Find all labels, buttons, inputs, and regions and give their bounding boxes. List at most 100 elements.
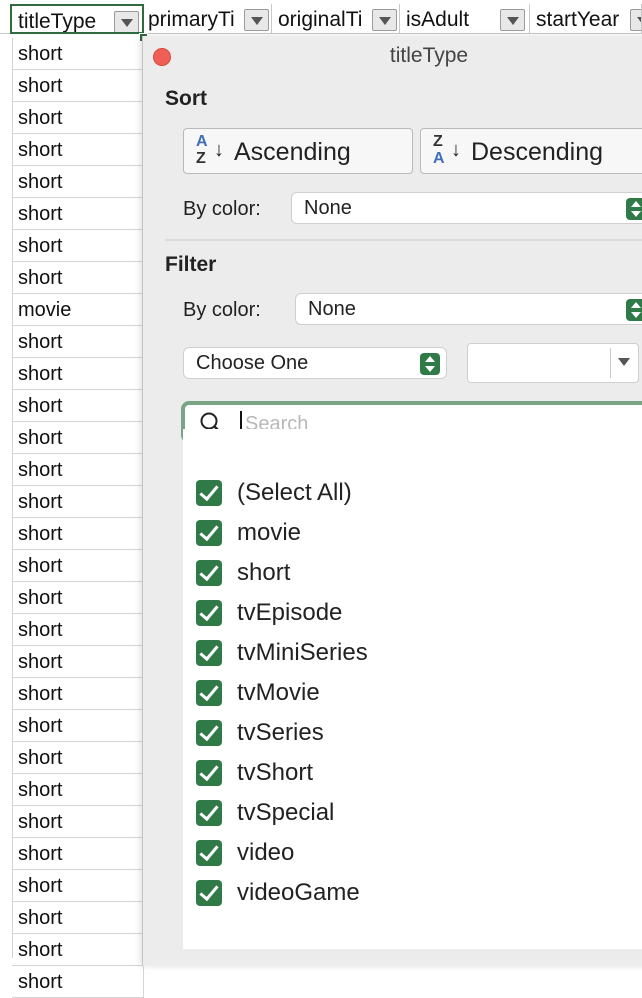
table-cell[interactable]: short [12,614,144,646]
filter-dropdown-button[interactable] [244,9,269,31]
list-item-label: tvShort [237,759,314,786]
table-cell[interactable]: short [12,230,144,262]
table-cell[interactable]: short [12,38,144,70]
column-header-primarytitle[interactable]: primaryTi [144,4,272,34]
list-item-label: tvMiniSeries [237,639,368,666]
cell-text: short [18,651,63,673]
checkbox[interactable] [196,880,222,906]
filter-dropdown-button[interactable] [630,9,641,31]
table-cell[interactable]: short [12,678,144,710]
checkbox[interactable] [196,840,222,866]
table-cell[interactable]: short [12,518,144,550]
cell-text: short [18,331,63,353]
cell-text: short [18,459,63,481]
table-cell[interactable]: short [12,326,144,358]
sort-descending-label: Descending [471,138,604,166]
column-header-label: titleType [18,10,97,33]
table-cell[interactable]: short [12,422,144,454]
filter-popover: titleType Sort A Z ↓ Ascending Z A ↓ Descend… [142,36,642,966]
column-header-label: primaryTi [148,8,235,31]
checkbox[interactable] [196,800,222,826]
table-cell[interactable]: short [12,358,144,390]
checkbox[interactable] [196,600,222,626]
cell-text: short [18,939,63,961]
select-value: None [308,298,356,320]
cell-text: short [18,555,63,577]
table-cell[interactable]: short [12,710,144,742]
list-item-label: tvSeries [237,719,324,746]
cell-text: short [18,619,63,641]
table-cell[interactable]: short [12,70,144,102]
select-stepper-icon [626,299,642,321]
table-cell[interactable]: short [12,806,144,838]
table-cell[interactable]: short [12,454,144,486]
cell-text: short [18,43,63,65]
filter-value-combobox[interactable] [467,343,639,383]
cell-text: movie [18,299,72,321]
filter-heading: Filter [165,253,217,276]
filter-dropdown-button[interactable] [114,11,139,32]
table-cell[interactable]: short [12,966,144,998]
list-item-label: movie [237,519,302,546]
table-cell[interactable]: short [12,390,144,422]
table-cell[interactable]: short [12,582,144,614]
table-cell[interactable]: movie [12,294,144,326]
chevron-down-icon[interactable] [618,358,630,366]
column-header-row: titleType primaryTi originalTi isAdult s… [0,0,642,42]
select-stepper-icon [626,198,642,220]
cell-text: short [18,363,63,385]
filter-condition-select[interactable]: Choose One [183,347,447,379]
checkbox[interactable] [196,760,222,786]
table-cell[interactable]: short [12,934,144,966]
table-cell[interactable]: short [12,262,144,294]
filter-by-color-label: By color: [183,299,261,321]
filter-dropdown-button[interactable] [500,9,525,31]
table-cell[interactable]: short [12,550,144,582]
cell-text: short [18,75,63,97]
cell-text: short [18,747,63,769]
table-cell[interactable]: short [12,486,144,518]
select-stepper-icon [420,353,440,375]
table-cell[interactable]: short [12,838,144,870]
cell-text: short [18,971,63,993]
table-cell[interactable]: short [12,742,144,774]
cell-text: short [18,843,63,865]
table-cell[interactable]: short [12,134,144,166]
table-cell[interactable]: short [12,646,144,678]
table-cell[interactable]: short [12,870,144,902]
cell-text: short [18,139,63,161]
list-item-label: tvSpecial [237,799,335,826]
cell-text: short [18,491,63,513]
checkbox[interactable] [196,680,222,706]
cell-text: short [18,427,63,449]
cell-text: short [18,171,63,193]
sort-descending-button[interactable]: Z A ↓ Descending [420,128,642,174]
list-item-label: (Select All) [237,479,352,506]
sort-ascending-button[interactable]: A Z ↓ Ascending [183,128,413,174]
checkbox[interactable] [196,720,222,746]
table-cell[interactable]: short [12,198,144,230]
cell-text: short [18,779,63,801]
column-header-startyear[interactable]: startYear [530,4,642,34]
list-item-label: short [237,559,291,586]
cell-text: short [18,395,63,417]
checkbox[interactable] [196,560,222,586]
checkbox[interactable] [196,640,222,666]
cell-text: short [18,715,63,737]
column-header-label: originalTi [278,8,363,31]
filter-by-color-select[interactable]: None [295,293,642,325]
checkbox[interactable] [196,480,222,506]
column-header-isadult[interactable]: isAdult [400,4,530,34]
table-cell[interactable]: short [12,902,144,934]
list-item-label: tvMovie [237,679,320,706]
column-header-originaltitle[interactable]: originalTi [272,4,400,34]
table-cell[interactable]: short [12,166,144,198]
column-header-titletype[interactable]: titleType [10,4,144,34]
table-cell[interactable]: short [12,774,144,806]
sort-by-color-select[interactable]: None [291,192,642,224]
divider [165,239,642,241]
checkbox[interactable] [196,520,222,546]
table-cell[interactable]: short [12,102,144,134]
filter-dropdown-button[interactable] [372,9,397,31]
sort-heading: Sort [165,87,207,110]
